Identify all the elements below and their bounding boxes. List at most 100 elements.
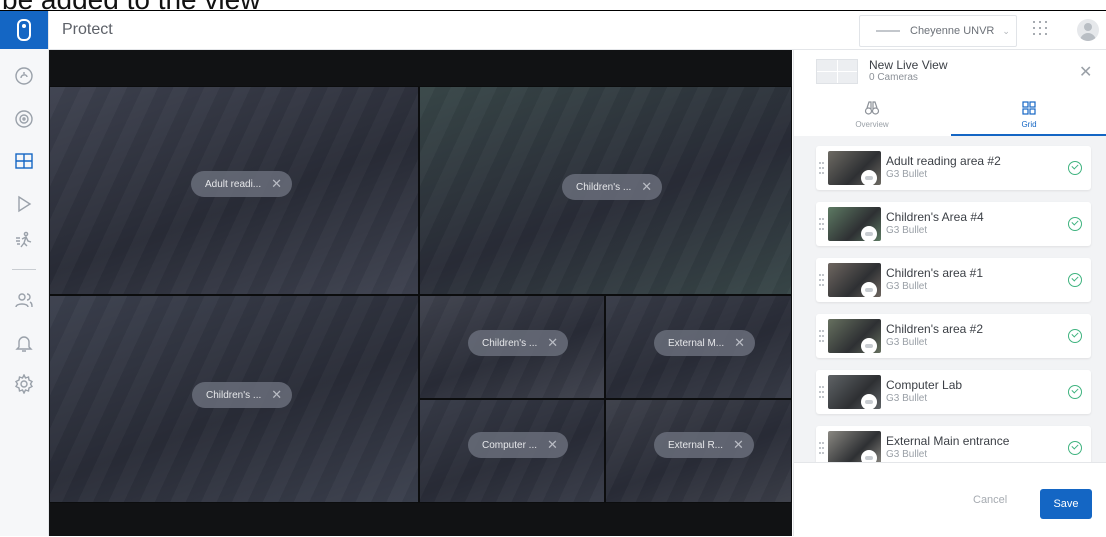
motion-icon[interactable] — [12, 228, 36, 252]
cancel-button[interactable]: Cancel — [967, 493, 1013, 507]
camera-count: 0 Cameras — [869, 72, 918, 83]
tab-overview-label: Overview — [855, 120, 889, 129]
camera-model-icon — [861, 170, 877, 186]
drag-handle-icon[interactable] — [819, 386, 824, 398]
dashboard-icon[interactable] — [12, 64, 36, 88]
camera-list-item[interactable]: Children's area #2 G3 Bullet — [816, 314, 1091, 358]
panel-footer: Cancel Save — [794, 462, 1106, 537]
camera-chip[interactable]: Children's ... ✕ — [562, 174, 663, 200]
chevron-down-icon: ⌄ — [1002, 25, 1010, 36]
check-circle-icon — [1068, 161, 1082, 175]
remove-x-icon[interactable]: ✕ — [271, 387, 282, 403]
timeline-play-icon[interactable] — [12, 192, 36, 216]
camera-name: Children's Area #4 — [886, 210, 984, 224]
camera-name: Children's area #1 — [886, 266, 984, 280]
live-view-editor-panel: New Live View 0 Cameras ✕ Overview Grid … — [793, 50, 1106, 536]
camera-model-icon — [861, 226, 877, 242]
user-avatar-icon[interactable] — [1077, 19, 1099, 41]
drag-handle-icon[interactable] — [819, 218, 824, 230]
apps-grid-icon[interactable] — [1031, 19, 1051, 39]
camera-tile[interactable]: Adult readi... ✕ — [49, 86, 419, 295]
camera-name: Computer Lab — [886, 378, 963, 392]
console-device-icon — [876, 30, 900, 32]
camera-chip-label: Children's ... — [576, 181, 632, 193]
console-selector[interactable]: Cheyenne UNVR ⌄ — [859, 15, 1017, 47]
camera-chip-label: External R... — [668, 439, 724, 451]
camera-list-item[interactable]: Children's Area #4 G3 Bullet — [816, 202, 1091, 246]
check-circle-icon — [1068, 385, 1082, 399]
camera-chip-label: Children's ... — [206, 389, 262, 401]
camera-model: G3 Bullet — [886, 337, 928, 348]
camera-tile[interactable]: Computer ... ✕ — [419, 399, 605, 503]
sidebar-nav — [0, 11, 49, 536]
camera-list-item[interactable]: Adult reading area #2 G3 Bullet — [816, 146, 1091, 190]
camera-name: Children's area #2 — [886, 322, 984, 336]
camera-tile[interactable]: Children's ... ✕ — [419, 295, 605, 399]
drag-handle-icon[interactable] — [819, 162, 824, 174]
check-circle-icon — [1068, 329, 1082, 343]
remove-x-icon[interactable]: ✕ — [641, 179, 652, 195]
camera-model: G3 Bullet — [886, 449, 928, 460]
remove-x-icon[interactable]: ✕ — [734, 335, 745, 351]
close-icon[interactable]: ✕ — [1079, 62, 1092, 82]
camera-model: G3 Bullet — [886, 169, 928, 180]
camera-name: Adult reading area #2 — [886, 154, 1001, 168]
nav-divider — [12, 269, 36, 270]
remove-x-icon[interactable]: ✕ — [733, 437, 744, 453]
camera-chip-label: Children's ... — [482, 337, 538, 349]
check-circle-icon — [1068, 217, 1082, 231]
camera-model: G3 Bullet — [886, 225, 928, 236]
camera-model-icon — [861, 450, 877, 462]
camera-list-item[interactable]: Computer Lab G3 Bullet — [816, 370, 1091, 414]
live-view-name[interactable]: New Live View — [869, 58, 947, 72]
binoculars-icon — [864, 101, 880, 115]
settings-gear-icon[interactable] — [12, 372, 36, 396]
camera-list-item[interactable]: External Main entrance G3 Bullet — [816, 426, 1091, 462]
remove-x-icon[interactable]: ✕ — [547, 335, 558, 351]
camera-model-icon — [861, 282, 877, 298]
camera-chip[interactable]: Children's ... ✕ — [468, 330, 569, 356]
protect-logo[interactable] — [0, 11, 48, 49]
live-view-wall: Adult readi... ✕ Children's ... ✕ Children… — [49, 50, 792, 536]
camera-tile[interactable]: External M... ✕ — [605, 295, 792, 399]
layout-thumbnail-icon — [816, 59, 858, 84]
camera-chip[interactable]: External M... ✕ — [654, 330, 756, 356]
app-title: Protect — [62, 21, 113, 38]
camera-chip-label: Adult readi... — [205, 178, 262, 190]
tab-overview[interactable]: Overview — [794, 94, 950, 135]
camera-model-icon — [861, 394, 877, 410]
camera-model-icon — [861, 338, 877, 354]
check-circle-icon — [1068, 273, 1082, 287]
check-circle-icon — [1068, 441, 1082, 455]
camera-model: G3 Bullet — [886, 393, 928, 404]
camera-tile[interactable]: Children's ... ✕ — [49, 295, 419, 503]
grid-icon — [1022, 101, 1036, 115]
panel-header: New Live View 0 Cameras ✕ — [794, 50, 1106, 94]
tab-grid-label: Grid — [1021, 120, 1037, 129]
alerts-bell-icon[interactable] — [12, 331, 36, 355]
drag-handle-icon[interactable] — [819, 330, 824, 342]
camera-chip-label: Computer ... — [482, 439, 538, 451]
camera-chip[interactable]: External R... ✕ — [654, 432, 754, 458]
camera-model: G3 Bullet — [886, 281, 928, 292]
camera-logo-icon — [17, 19, 31, 41]
users-icon[interactable] — [12, 288, 36, 312]
camera-list-item[interactable]: Children's area #1 G3 Bullet — [816, 258, 1091, 302]
camera-chip-label: External M... — [668, 337, 725, 349]
tab-grid[interactable]: Grid — [951, 94, 1106, 136]
liveview-grid-icon[interactable] — [12, 149, 36, 173]
live-view-grid: Adult readi... ✕ Children's ... ✕ Children… — [49, 86, 792, 503]
remove-x-icon[interactable]: ✕ — [271, 176, 282, 192]
camera-chip[interactable]: Adult readi... ✕ — [191, 171, 293, 197]
console-name: Cheyenne UNVR — [910, 25, 995, 37]
camera-tile[interactable]: Children's ... ✕ — [419, 86, 792, 295]
camera-tile[interactable]: External R... ✕ — [605, 399, 792, 503]
panel-tabs: Overview Grid — [794, 94, 1106, 137]
camera-chip[interactable]: Children's ... ✕ — [192, 382, 293, 408]
devices-icon[interactable] — [12, 107, 36, 131]
save-button[interactable]: Save — [1040, 489, 1092, 519]
drag-handle-icon[interactable] — [819, 274, 824, 286]
camera-chip[interactable]: Computer ... ✕ — [468, 432, 568, 458]
remove-x-icon[interactable]: ✕ — [547, 437, 558, 453]
drag-handle-icon[interactable] — [819, 442, 824, 454]
